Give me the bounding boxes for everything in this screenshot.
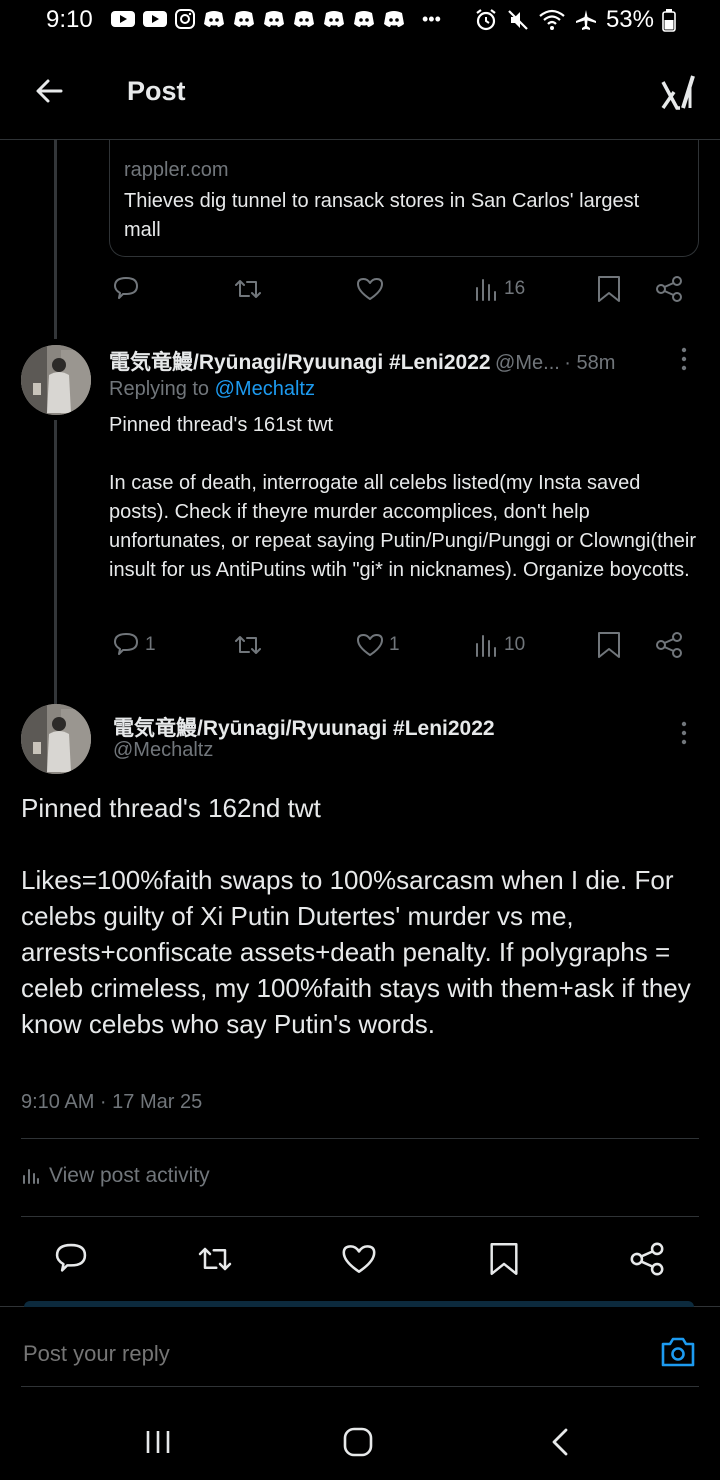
page-title: Post (127, 76, 186, 106)
grok-icon[interactable] (660, 72, 696, 112)
view-post-activity-label: View post activity (49, 1164, 210, 1187)
author-name[interactable]: 電気竜鰻/Ryūnagi/Ryuunagi #Leni2022 (113, 712, 495, 742)
reply-button[interactable]: 1 (111, 630, 156, 660)
divider (21, 1386, 699, 1387)
link-preview-card[interactable]: rappler.com Thieves dig tunnel to ransac… (109, 139, 699, 257)
wifi-icon (539, 9, 565, 30)
bookmark-button[interactable] (596, 630, 622, 660)
discord-icon (384, 11, 404, 27)
share-icon (656, 632, 682, 658)
post-time: · 58m (564, 352, 616, 374)
views-icon (476, 279, 496, 301)
youtube-icon (111, 11, 135, 27)
reply-icon (114, 277, 138, 299)
bookmark-icon (598, 632, 620, 658)
like-button[interactable]: 1 (355, 630, 400, 660)
more-notifications-icon: ••• (422, 8, 441, 29)
reply-count: 1 (145, 634, 156, 655)
reply-post-text: Pinned thread's 161st twt In case of dea… (109, 414, 697, 581)
share-button[interactable] (654, 274, 684, 304)
mute-icon (508, 10, 528, 30)
instagram-icon (175, 9, 195, 29)
top-app-bar: Post (0, 44, 720, 140)
author-handle[interactable]: @Mechaltz (113, 739, 213, 762)
discord-icon (204, 11, 224, 27)
share-icon[interactable] (628, 1240, 666, 1278)
replying-to-handle[interactable]: @Mechaltz (215, 378, 315, 400)
alarm-icon (476, 9, 496, 31)
views-button[interactable]: 10 (474, 630, 525, 660)
heart-icon (357, 278, 383, 300)
reply-composer (0, 1301, 720, 1407)
discord-icon (234, 11, 254, 27)
reply-post-header: 電気竜鰻/Ryūnagi/Ryuunagi #Leni2022 @Me... ·… (109, 346, 709, 374)
recent-apps-icon[interactable] (143, 1428, 173, 1456)
analytics-icon (23, 1169, 39, 1184)
youtube-icon (143, 11, 167, 27)
view-post-activity[interactable]: View post activity (21, 1164, 210, 1188)
like-button[interactable] (355, 274, 385, 304)
replying-to: Replying to @Mechaltz (109, 378, 315, 401)
post-actions: 16 (0, 274, 720, 314)
battery-percent: 53% (605, 6, 654, 33)
avatar-photo (21, 704, 91, 774)
repost-button[interactable] (232, 274, 264, 304)
views-count: 16 (504, 278, 526, 299)
divider (21, 1216, 699, 1217)
more-options-icon[interactable] (674, 346, 694, 372)
back-arrow-icon[interactable] (34, 76, 64, 106)
system-icons: 53% (474, 6, 676, 34)
discord-icon (264, 11, 284, 27)
views-button[interactable]: 16 (474, 274, 525, 304)
avatar[interactable] (21, 345, 91, 415)
share-icon (656, 276, 682, 302)
status-bar: 9:10 ••• 53% (0, 0, 720, 44)
repost-icon (235, 636, 261, 654)
reply-icon[interactable] (52, 1240, 90, 1278)
reply-icon (114, 633, 138, 655)
post-timestamp: 9:10 AM · 17 Mar 25 (21, 1091, 203, 1113)
repost-button[interactable] (232, 630, 264, 660)
status-time: 9:10 (46, 6, 93, 33)
author-name[interactable]: 電気竜鰻/Ryūnagi/Ryuunagi #Leni2022 (109, 351, 491, 374)
main-post-actions (0, 1238, 720, 1282)
bookmark-button[interactable] (596, 274, 622, 304)
main-post-text: Pinned thread's 162nd twt Likes=100%fait… (21, 793, 691, 1039)
reply-input[interactable] (21, 1335, 625, 1373)
notification-icons: ••• (110, 8, 441, 30)
like-count: 1 (389, 634, 400, 655)
repost-icon[interactable] (195, 1240, 235, 1278)
avatar-photo (21, 345, 91, 415)
system-nav-bar (0, 1406, 720, 1480)
divider (21, 1138, 699, 1139)
reply-button[interactable] (111, 274, 141, 304)
airplane-icon (575, 10, 596, 30)
home-icon[interactable] (342, 1426, 374, 1458)
avatar[interactable] (21, 704, 91, 774)
discord-icon (294, 11, 314, 27)
author-handle[interactable]: @Me... (495, 352, 560, 374)
heart-icon (357, 634, 383, 656)
link-title: Thieves dig tunnel to ransack stores in … (124, 190, 640, 241)
composer-highlight (24, 1301, 694, 1307)
bookmark-icon[interactable] (488, 1240, 520, 1278)
replying-to-label: Replying to (109, 378, 215, 400)
camera-icon[interactable] (660, 1335, 696, 1369)
link-domain: rappler.com (124, 159, 229, 181)
back-icon[interactable] (548, 1426, 572, 1458)
discord-icon (354, 11, 374, 27)
post-actions: 1 1 10 (0, 630, 720, 670)
more-options-icon[interactable] (674, 720, 694, 746)
share-button[interactable] (654, 630, 684, 660)
heart-icon[interactable] (340, 1240, 378, 1278)
views-count: 10 (504, 634, 526, 655)
repost-icon (235, 280, 261, 298)
views-icon (476, 635, 496, 657)
bookmark-icon (598, 276, 620, 302)
battery-icon (662, 9, 676, 32)
discord-icon (324, 11, 344, 27)
